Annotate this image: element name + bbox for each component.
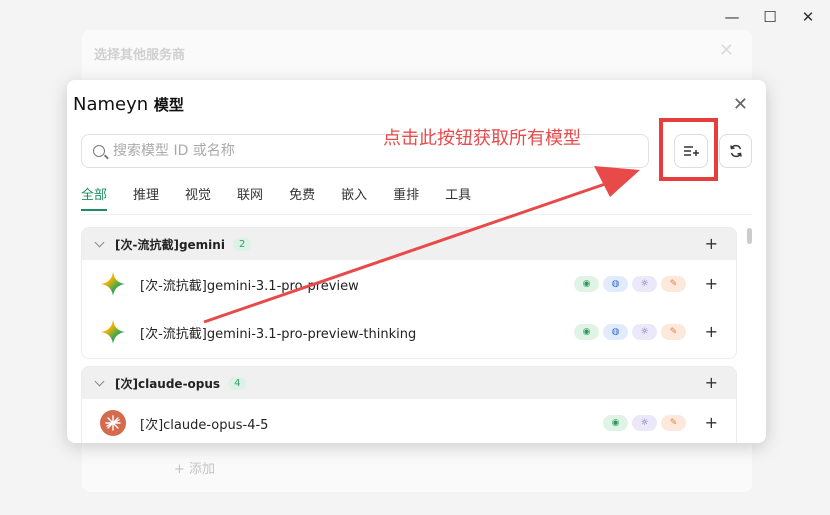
add-model-button[interactable]: + [705, 322, 718, 341]
wrench-icon: ✎ [661, 276, 686, 292]
group-name: [次]claude-opus [115, 376, 221, 391]
bulb-icon: ☼ [632, 415, 657, 431]
tab-all[interactable]: 全部 [81, 184, 108, 211]
model-row: [次-流抗截]gemini-3.1-pro-preview ◉ ◍ ☼ ✎ + [82, 260, 736, 308]
capability-tags: ◉ ◍ ☼ ✎ [574, 324, 686, 340]
search-icon [93, 145, 105, 157]
model-group-claude: [次]claude-opus 4 + [次]claude-opus-4-5 ◉ … [81, 366, 737, 443]
claude-icon [100, 410, 126, 436]
gemini-icon [101, 272, 125, 296]
tab-web[interactable]: 联网 [237, 184, 263, 211]
group-header[interactable]: [次-流抗截]gemini 2 + [82, 228, 736, 260]
model-name: [次-流抗截]gemini-3.1-pro-preview [140, 278, 359, 294]
add-model-button[interactable]: + [705, 274, 718, 293]
model-name: [次]claude-opus-4-5 [140, 417, 269, 433]
capability-tags: ◉ ☼ ✎ [603, 415, 686, 431]
eye-icon: ◉ [603, 415, 628, 431]
window-controls: — ☐ ✕ [724, 8, 816, 26]
annotation-text: 点击此按钮获取所有模型 [383, 128, 581, 149]
capability-tags: ◉ ◍ ☼ ✎ [574, 276, 686, 292]
scrollbar-thumb[interactable] [747, 228, 752, 244]
models-dialog: Nameyn 模型 ✕ 点击此按钮获取所有模型 全部 推理 视觉 联网 免费 嵌… [67, 80, 766, 443]
add-model-button[interactable]: + [705, 413, 718, 432]
dialog-close-icon[interactable]: ✕ [733, 94, 748, 115]
chevron-down-icon[interactable] [94, 237, 105, 247]
tab-vision[interactable]: 视觉 [185, 184, 211, 211]
gemini-icon [101, 320, 125, 344]
tab-reasoning[interactable]: 推理 [133, 184, 159, 211]
group-name: [次-流抗截]gemini [115, 237, 225, 252]
highlight-box [659, 118, 718, 181]
add-group-button[interactable]: + [705, 234, 718, 253]
minimize-icon[interactable]: — [724, 8, 740, 26]
model-group-gemini: [次-流抗截]gemini 2 + [次-流抗截]gemini-3.1-pro-… [81, 227, 737, 359]
eye-icon: ◉ [574, 324, 599, 340]
group-count-badge: 4 [228, 376, 247, 390]
globe-icon: ◍ [603, 324, 628, 340]
tab-tools[interactable]: 工具 [445, 184, 471, 211]
group-header[interactable]: [次]claude-opus 4 + [82, 367, 736, 399]
category-tabs: 全部 推理 视觉 联网 免费 嵌入 重排 工具 [81, 184, 497, 211]
globe-icon: ◍ [603, 276, 628, 292]
model-name: [次-流抗截]gemini-3.1-pro-preview-thinking [140, 326, 417, 342]
background-dialog-title: 选择其他服务商 [94, 48, 186, 63]
dialog-title: Nameyn 模型 [73, 94, 184, 115]
tab-embedding[interactable]: 嵌入 [341, 184, 367, 211]
dialog-title-suffix: 模型 [153, 96, 184, 114]
add-group-button[interactable]: + [705, 373, 718, 392]
chevron-down-icon[interactable] [94, 376, 105, 386]
bulb-icon: ☼ [632, 276, 657, 292]
maximize-icon[interactable]: ☐ [762, 8, 778, 26]
refresh-button[interactable] [719, 134, 752, 168]
group-count-badge: 2 [232, 237, 252, 251]
refresh-icon [729, 144, 742, 158]
background-add-button[interactable]: + 添加 [174, 458, 215, 477]
tab-rerank[interactable]: 重排 [393, 184, 419, 211]
model-row: [次]claude-opus-4-5 ◉ ☼ ✎ + [82, 399, 736, 443]
close-window-icon[interactable]: ✕ [800, 8, 816, 26]
wrench-icon: ✎ [661, 324, 686, 340]
wrench-icon: ✎ [661, 415, 686, 431]
tab-divider [81, 214, 752, 215]
background-close-icon[interactable]: ✕ [719, 40, 734, 61]
provider-name: Nameyn [73, 94, 149, 115]
tab-free[interactable]: 免费 [289, 184, 315, 211]
eye-icon: ◉ [574, 276, 599, 292]
bulb-icon: ☼ [632, 324, 657, 340]
model-row: [次-流抗截]gemini-3.1-pro-preview-thinking ◉… [82, 308, 736, 356]
